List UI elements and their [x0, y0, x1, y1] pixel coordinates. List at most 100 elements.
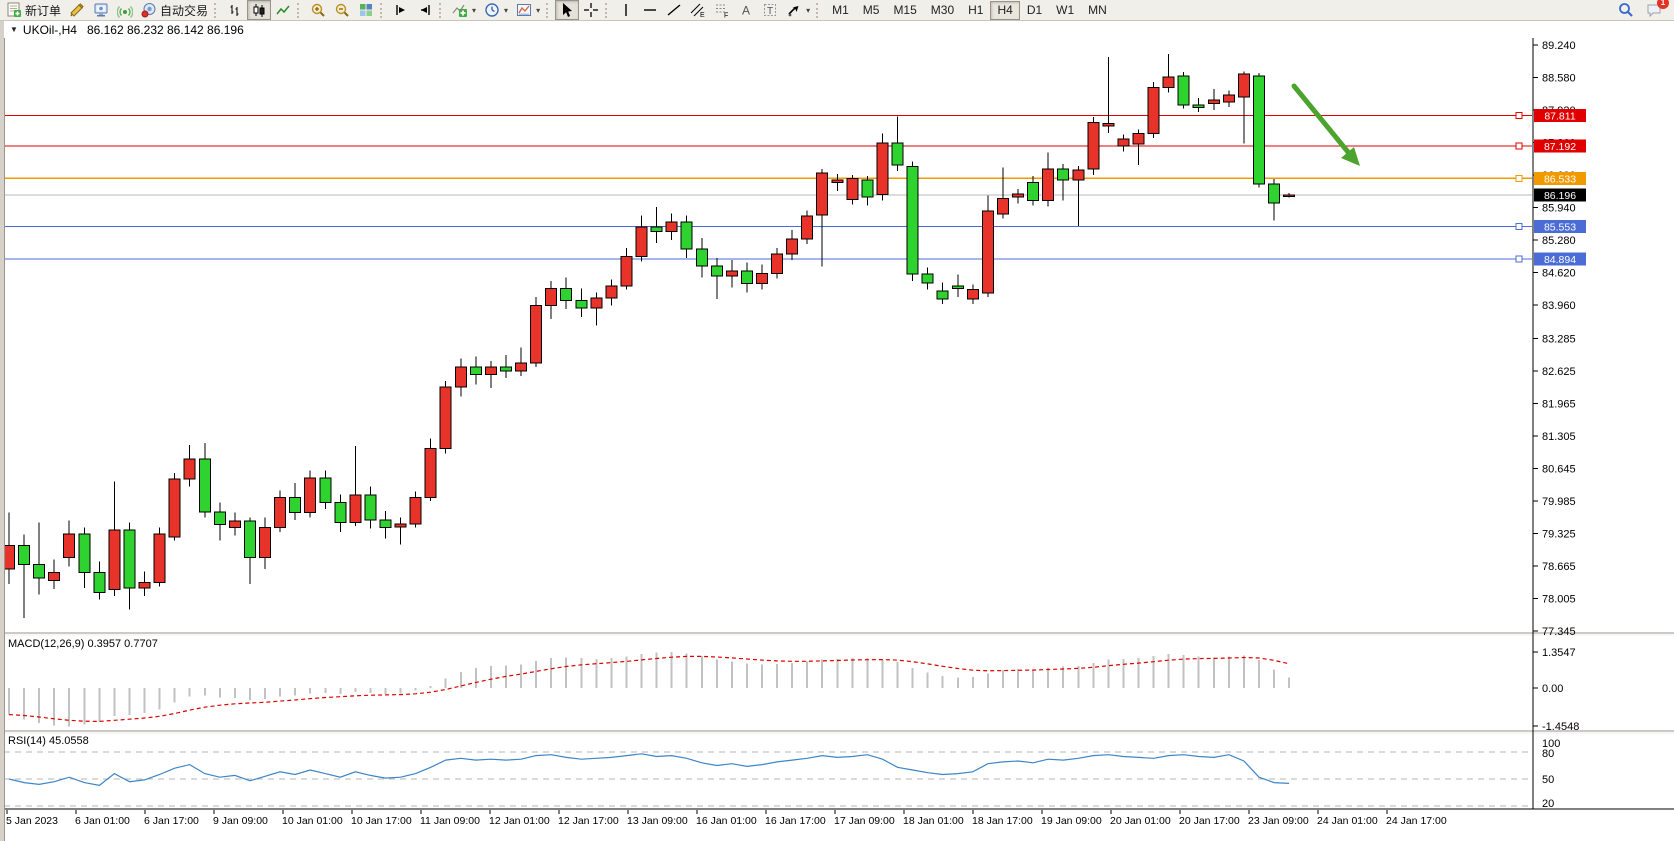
scroll-forward-icon	[393, 2, 409, 18]
toolbar-grip	[816, 3, 821, 18]
svg-text:10 Jan 17:00: 10 Jan 17:00	[351, 815, 412, 827]
svg-text:12 Jan 01:00: 12 Jan 01:00	[489, 815, 550, 827]
market-horn-button[interactable]	[65, 0, 89, 20]
rsi-axis-label: 80	[1542, 748, 1554, 760]
svg-text:T: T	[767, 6, 773, 17]
svg-text:86.533: 86.533	[1544, 173, 1576, 185]
svg-text:85.280: 85.280	[1542, 235, 1576, 247]
chart-title-bar[interactable]: ▼ UKOil-,H4 86.162 86.232 86.142 86.196	[4, 21, 1674, 38]
candlestick	[169, 473, 180, 540]
signal-icon	[117, 2, 133, 18]
fibonacci-tool-button[interactable]: F	[710, 0, 734, 20]
svg-text:18 Jan 01:00: 18 Jan 01:00	[903, 815, 964, 827]
crosshair-tool-button[interactable]	[579, 0, 603, 20]
vertical-line-tool-button[interactable]	[614, 0, 638, 20]
svg-text:16 Jan 17:00: 16 Jan 17:00	[765, 815, 826, 827]
timeframe-button-mn[interactable]: MN	[1081, 1, 1114, 20]
svg-text:78.665: 78.665	[1542, 561, 1576, 573]
indicators-button[interactable]: ▾	[448, 0, 480, 20]
equidistant-channel-icon: E	[690, 2, 706, 18]
timeframe-button-h4[interactable]: H4	[990, 1, 1019, 20]
timeframe-button-m30[interactable]: M30	[924, 1, 961, 20]
svg-text:6 Jan 17:00: 6 Jan 17:00	[144, 815, 199, 827]
vertical-line-icon	[618, 2, 634, 18]
svg-text:1.3547: 1.3547	[1542, 647, 1576, 659]
notifications-button[interactable]: 1	[1646, 2, 1662, 18]
timeframe-button-m15[interactable]: M15	[886, 1, 923, 20]
candlestick	[847, 175, 858, 205]
svg-text:84.894: 84.894	[1544, 254, 1576, 266]
arrows-tool-button[interactable]: ▾	[782, 0, 814, 20]
rsi-axis-label: 20	[1542, 798, 1554, 810]
clock-icon	[484, 2, 500, 18]
notification-badge: 1	[1657, 0, 1669, 9]
timeframe-button-m1[interactable]: M1	[825, 1, 856, 20]
zoom-in-button[interactable]	[306, 0, 330, 20]
cursor-tool-button[interactable]	[555, 0, 579, 20]
svg-text:20 Jan 17:00: 20 Jan 17:00	[1179, 815, 1240, 827]
terminal-button[interactable]	[89, 0, 113, 20]
price-level-badge: 87.192	[1534, 139, 1586, 153]
svg-text:19 Jan 09:00: 19 Jan 09:00	[1041, 815, 1102, 827]
new-order-label: 新订单	[25, 2, 61, 19]
svg-text:13 Jan 09:00: 13 Jan 09:00	[627, 815, 688, 827]
tile-windows-button[interactable]	[354, 0, 378, 20]
candlestick	[1148, 82, 1159, 138]
zoom-in-icon	[310, 2, 326, 18]
autotrade-icon	[141, 2, 157, 18]
toolbar-grip	[546, 3, 551, 18]
candlestick	[154, 527, 165, 586]
zoom-out-button[interactable]	[330, 0, 354, 20]
auto-trading-button[interactable]: 自动交易	[137, 0, 212, 20]
chevron-down-icon: ▾	[504, 6, 508, 15]
horizontal-line-tool-button[interactable]	[638, 0, 662, 20]
search-icon[interactable]	[1618, 2, 1634, 18]
svg-text:79.325: 79.325	[1542, 528, 1576, 540]
text-icon: A	[738, 2, 754, 18]
macd-label: MACD(12,26,9)	[8, 638, 84, 650]
svg-text:9 Jan 09:00: 9 Jan 09:00	[213, 815, 268, 827]
candlestick-chart-button[interactable]	[247, 0, 271, 20]
svg-text:E: E	[700, 12, 705, 18]
chevron-down-icon: ▼	[10, 25, 18, 34]
text-tool-button[interactable]: A	[734, 0, 758, 20]
text-label-tool-button[interactable]: T	[758, 0, 782, 20]
horn-icon	[69, 2, 85, 18]
zoom-out-icon	[334, 2, 350, 18]
timeframe-button-w1[interactable]: W1	[1049, 1, 1081, 20]
fibonacci-icon: F	[714, 2, 730, 18]
svg-text:24 Jan 17:00: 24 Jan 17:00	[1386, 815, 1447, 827]
timeframe-button-h1[interactable]: H1	[961, 1, 990, 20]
candlestick	[1088, 117, 1099, 175]
svg-text:6 Jan 01:00: 6 Jan 01:00	[75, 815, 130, 827]
auto-scroll-button[interactable]	[389, 0, 413, 20]
auto-trading-label: 自动交易	[160, 2, 208, 19]
timeframe-button-m5[interactable]: M5	[856, 1, 887, 20]
svg-text:17 Jan 09:00: 17 Jan 09:00	[834, 815, 895, 827]
chevron-down-icon: ▾	[536, 6, 540, 15]
line-chart-button[interactable]	[271, 0, 295, 20]
signal-button[interactable]	[113, 0, 137, 20]
periods-button[interactable]: ▾	[480, 0, 512, 20]
svg-text:89.240: 89.240	[1542, 40, 1576, 52]
svg-text:85.553: 85.553	[1544, 222, 1576, 234]
chart-shift-button[interactable]	[413, 0, 437, 20]
bar-chart-icon	[227, 2, 243, 18]
trendline-tool-button[interactable]	[662, 0, 686, 20]
svg-text:77.345: 77.345	[1542, 626, 1576, 638]
rsi-pane-label: RSI(14) 45.0558	[8, 735, 89, 747]
bar-chart-button[interactable]	[223, 0, 247, 20]
scroll-end-icon	[417, 2, 433, 18]
templates-button[interactable]: ▾	[512, 0, 544, 20]
svg-text:85.940: 85.940	[1542, 203, 1576, 215]
svg-text:20 Jan 01:00: 20 Jan 01:00	[1110, 815, 1171, 827]
new-order-button[interactable]: 新订单	[2, 0, 65, 20]
svg-text:F: F	[724, 13, 728, 19]
price-level-badge: 84.894	[1534, 253, 1586, 267]
candlestick	[531, 297, 542, 367]
candlestick	[305, 471, 316, 518]
rsi-label: RSI(14)	[8, 735, 46, 747]
timeframe-button-d1[interactable]: D1	[1020, 1, 1049, 20]
price-level-badge: 86.533	[1534, 172, 1586, 186]
equidistant-channel-tool-button[interactable]: E	[686, 0, 710, 20]
